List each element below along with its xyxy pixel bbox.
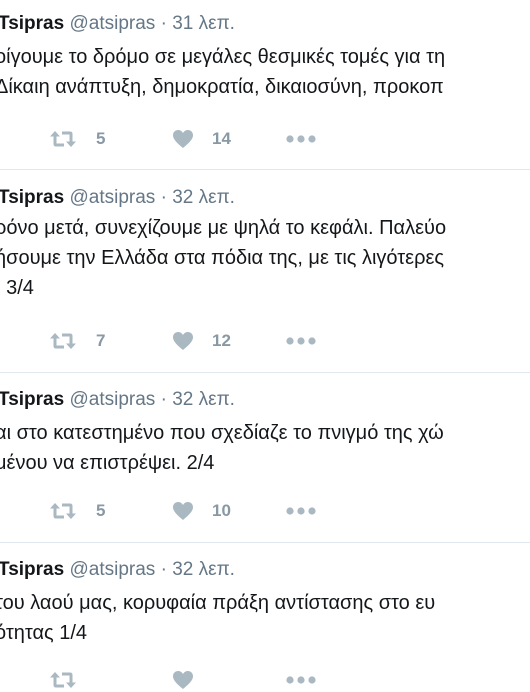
retweet-icon [48, 129, 78, 149]
retweet-button[interactable]: 5 [48, 499, 105, 523]
author-handle[interactable]: @atsipras [69, 13, 155, 34]
tweet-actions [48, 668, 348, 692]
retweet-icon [48, 670, 78, 690]
like-button[interactable]: 10 [172, 499, 231, 523]
author-handle[interactable]: @atsipras [69, 389, 155, 410]
more-dots-icon [286, 135, 316, 143]
retweet-icon [48, 331, 78, 351]
more-options-button[interactable] [286, 668, 316, 692]
separator-dot: · [160, 13, 167, 34]
tweet-text-line: ρόνο μετά, συνεχίζουμε με ψηλά το κεφάλι… [0, 217, 447, 239]
more-options-button[interactable] [286, 127, 316, 151]
heart-icon [172, 670, 194, 690]
tweet-item[interactable]: Tsipras @atsipras · 32 λεπ. του λαού μας… [0, 543, 530, 689]
tweet-text-line: μένου να επιστρέψει. 2/4 [0, 452, 215, 474]
author-handle[interactable]: @atsipras [69, 187, 155, 208]
tweet-text: του λαού μας, κορυφαία πράξη αντίστασης … [0, 588, 435, 648]
like-count: 12 [212, 331, 231, 350]
retweet-button[interactable]: 5 [48, 127, 105, 151]
tweet-text-line: . 3/4 [0, 277, 34, 299]
author-name[interactable]: Tsipras [0, 559, 64, 580]
retweet-icon [48, 501, 78, 521]
retweet-count: 7 [96, 331, 106, 350]
tweet-item[interactable]: Tsipras @atsipras · 32 λεπ. αι στο κατεσ… [0, 373, 530, 543]
separator-dot: · [160, 559, 167, 580]
more-options-button[interactable] [286, 499, 316, 523]
author-handle[interactable]: @atsipras [69, 559, 155, 580]
tweet-timestamp[interactable]: 32 λεπ. [172, 389, 235, 410]
tweet-timestamp[interactable]: 31 λεπ. [172, 13, 235, 34]
tweet-header: Tsipras @atsipras · 31 λεπ. [0, 13, 235, 35]
separator-dot: · [160, 389, 167, 410]
like-button[interactable]: 12 [172, 329, 231, 353]
tweet-actions: 7 12 [48, 329, 348, 353]
tweet-text: αι στο κατεστημένο που σχεδίαζε το πνιγμ… [0, 418, 444, 478]
retweet-count: 5 [96, 129, 106, 148]
heart-icon [172, 331, 194, 351]
tweet-text-line: ήσουμε την Ελλάδα στα πόδια της, με τις … [0, 247, 444, 269]
more-dots-icon [286, 676, 316, 684]
more-options-button[interactable] [286, 329, 316, 353]
tweet-actions: 5 10 [48, 499, 348, 523]
tweet-text: ρόνο μετά, συνεχίζουμε με ψηλά το κεφάλι… [0, 213, 446, 303]
like-button[interactable]: 14 [172, 127, 231, 151]
tweet-header: Tsipras @atsipras · 32 λεπ. [0, 187, 235, 209]
more-dots-icon [286, 507, 316, 515]
author-name[interactable]: Tsipras [0, 389, 64, 410]
tweet-text: οίγουμε το δρόμο σε μεγάλες θεσμικές τομ… [0, 42, 445, 102]
tweet-text-line: οίγουμε το δρόμο σε μεγάλες θεσμικές τομ… [0, 46, 446, 68]
tweet-text-line: ότητας 1/4 [0, 622, 88, 644]
tweet-timestamp[interactable]: 32 λεπ. [172, 559, 235, 580]
tweet-header: Tsipras @atsipras · 32 λεπ. [0, 389, 235, 411]
tweet-text-line: Δίκαιη ανάπτυξη, δημοκρατία, δικαιοσύνη,… [0, 76, 444, 98]
tweet-text-line: αι στο κατεστημένο που σχεδίαζε το πνιγμ… [0, 422, 444, 444]
heart-icon [172, 501, 194, 521]
author-name[interactable]: Tsipras [0, 13, 64, 34]
retweet-button[interactable] [48, 668, 96, 692]
retweet-button[interactable]: 7 [48, 329, 105, 353]
separator-dot: · [160, 187, 167, 208]
tweet-actions: 5 14 [48, 127, 348, 151]
tweet-text-line: του λαού μας, κορυφαία πράξη αντίστασης … [0, 592, 436, 614]
retweet-count: 5 [96, 501, 106, 520]
like-count: 14 [212, 129, 231, 148]
heart-icon [172, 129, 194, 149]
like-count: 10 [212, 501, 231, 520]
tweet-item[interactable]: Tsipras @atsipras · 32 λεπ. ρόνο μετά, σ… [0, 170, 530, 373]
tweet-item[interactable]: Tsipras @atsipras · 31 λεπ. οίγουμε το δ… [0, 0, 530, 170]
more-dots-icon [286, 337, 316, 345]
author-name[interactable]: Tsipras [0, 187, 64, 208]
tweet-header: Tsipras @atsipras · 32 λεπ. [0, 559, 235, 581]
tweet-timeline: Tsipras @atsipras · 31 λεπ. οίγουμε το δ… [0, 0, 530, 689]
like-button[interactable] [172, 668, 212, 692]
tweet-timestamp[interactable]: 32 λεπ. [172, 187, 235, 208]
